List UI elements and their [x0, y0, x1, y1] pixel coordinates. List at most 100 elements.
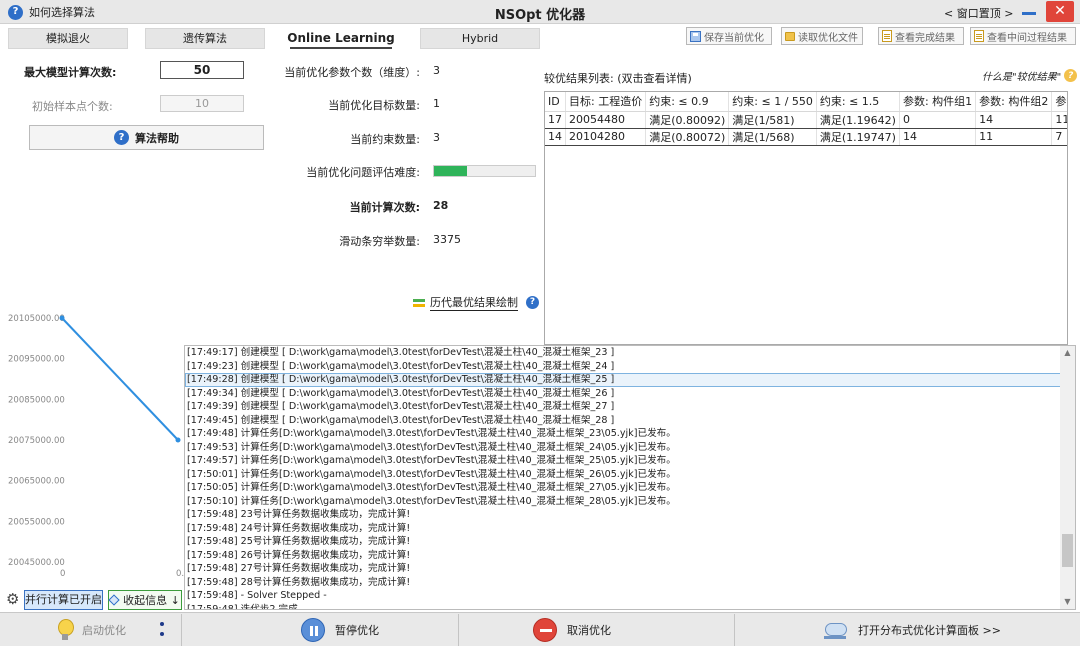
y-tick-label: 20055000.00 — [8, 517, 65, 527]
parallel-compute-button[interactable]: 并行计算已开启 — [24, 590, 103, 610]
log-line[interactable]: [17:59:48] 27号计算任务数据收集成功，完成计算! — [185, 562, 1061, 576]
info-label: 当前优化参数个数（维度）: — [284, 66, 420, 79]
gear-icon[interactable]: ⚙ — [6, 591, 19, 608]
log-scrollbar[interactable]: ▲ ▼ — [1060, 346, 1075, 609]
log-line[interactable]: [17:59:48] 24号计算任务数据收集成功，完成计算! — [185, 522, 1061, 536]
y-tick-label: 20095000.00 — [8, 355, 65, 365]
max-calc-input[interactable]: 50 — [160, 61, 244, 79]
collapse-info-button[interactable]: 收起信息 ↓ — [108, 590, 182, 610]
difficulty-bar-fill — [434, 166, 468, 176]
log-line[interactable]: [17:49:57] 计算任务[D:\work\gama\model\3.0te… — [185, 454, 1061, 468]
max-calc-label: 最大模型计算次数: — [24, 66, 117, 79]
y-tick-label: 20045000.00 — [8, 558, 65, 568]
log-line[interactable]: [17:49:17] 创建模型 [ D:\work\gama\model\3.0… — [185, 346, 1061, 360]
tab-online-learning[interactable]: Online Learning — [268, 28, 414, 49]
scroll-down-icon[interactable]: ▼ — [1060, 595, 1075, 609]
column-header[interactable]: ID — [545, 92, 566, 112]
table-cell: 11 — [1051, 110, 1067, 129]
close-button[interactable]: ✕ — [1046, 1, 1074, 22]
log-line[interactable]: [17:59:48] 迭代步2 完成 — [185, 603, 1061, 610]
question-icon: ? — [1064, 69, 1078, 82]
start-optimization-button[interactable]: 启动优化 — [0, 614, 182, 646]
pause-optimization-button[interactable]: 暂停优化 — [183, 614, 459, 646]
table-row[interactable]: 17 20054480 满足(0.80092) 满足(1/581) 满足(1.1… — [545, 110, 1067, 129]
stop-icon — [533, 618, 557, 642]
cancel-optimization-button[interactable]: 取消优化 — [459, 614, 735, 646]
read-optimization-file-button[interactable]: 读取优化文件 — [781, 27, 863, 45]
log-line[interactable]: [17:59:48] 25号计算任务数据收集成功，完成计算! — [185, 535, 1061, 549]
info-label: 滑动条穷举数量: — [339, 235, 420, 248]
log-panel[interactable]: [17:49:17] 创建模型 [ D:\work\gama\model\3.0… — [184, 345, 1076, 610]
column-header[interactable]: 目标: 工程造价 — [565, 92, 647, 112]
document-icon — [974, 30, 984, 42]
open-distributed-panel-button[interactable]: 打开分布式优化计算面板 >> — [736, 614, 1080, 646]
scroll-up-icon[interactable]: ▲ — [1060, 346, 1075, 360]
folder-icon — [785, 31, 795, 41]
table-cell: 7 — [1051, 128, 1067, 146]
table-cell: 满足(1.19642) — [816, 110, 900, 129]
view-completed-results-button[interactable]: 查看完成结果 — [878, 27, 964, 45]
info-label: 当前优化目标数量: — [328, 99, 420, 112]
view-completed-results-label: 查看完成结果 — [895, 32, 955, 44]
y-tick-label: 20105000.00 — [8, 314, 65, 324]
view-intermediate-results-button[interactable]: 查看中间过程结果 — [970, 27, 1076, 45]
help-choose-algorithm-link[interactable]: ? 如何选择算法 — [8, 3, 95, 21]
algorithm-help-button[interactable]: ? 算法帮助 — [29, 125, 264, 150]
log-line[interactable]: [17:49:23] 创建模型 [ D:\work\gama\model\3.0… — [185, 360, 1061, 374]
table-cell: 满足(1/568) — [728, 128, 817, 146]
question-icon: ? — [8, 4, 23, 20]
log-line[interactable]: [17:59:48] - Solver Stepped - — [185, 589, 1061, 603]
log-line[interactable]: [17:49:39] 创建模型 [ D:\work\gama\model\3.0… — [185, 400, 1061, 414]
series-line — [61, 317, 179, 441]
table-row[interactable]: 14 20104280 满足(0.80072) 满足(1/568) 满足(1.1… — [545, 128, 1067, 146]
table-cell: 满足(1.19747) — [816, 128, 900, 146]
info-value: 3 — [433, 64, 440, 77]
view-intermediate-results-label: 查看中间过程结果 — [987, 32, 1067, 44]
info-label: 当前计算次数: — [349, 201, 420, 214]
log-line[interactable]: [17:49:45] 创建模型 [ D:\work\gama\model\3.0… — [185, 414, 1061, 428]
log-line[interactable]: [17:49:48] 计算任务[D:\work\gama\model\3.0te… — [185, 427, 1061, 441]
info-current-calc: 当前计算次数: 28 — [250, 199, 540, 215]
scroll-thumb[interactable] — [1062, 534, 1073, 567]
cloud-icon — [822, 621, 848, 639]
column-header[interactable]: 参数: 构件组2 — [975, 92, 1053, 112]
log-line[interactable]: [17:59:48] 26号计算任务数据收集成功，完成计算! — [185, 549, 1061, 563]
info-dimension: 当前优化参数个数（维度）: 3 — [250, 64, 540, 80]
read-optimization-file-label: 读取优化文件 — [798, 32, 858, 44]
column-header[interactable]: 参数: 构件组1 — [899, 92, 977, 112]
info-objective-count: 当前优化目标数量: 1 — [250, 97, 540, 113]
log-line[interactable]: [17:59:48] 23号计算任务数据收集成功，完成计算! — [185, 508, 1061, 522]
table-header-row: ID 目标: 工程造价 约束: ≤ 0.9 约束: ≤ 1 / 550 约束: … — [545, 92, 1067, 112]
column-header[interactable]: 约束: ≤ 0.9 — [645, 92, 730, 112]
question-icon[interactable]: ? — [526, 296, 539, 309]
table-cell: 14 — [975, 110, 1053, 129]
tab-hybrid[interactable]: Hybrid — [420, 28, 540, 49]
tab-genetic-algorithm[interactable]: 遗传算法 — [145, 28, 265, 49]
log-line[interactable]: [17:49:28] 创建模型 [ D:\work\gama\model\3.0… — [185, 373, 1061, 387]
pin-window-button[interactable]: < 窗口置顶 > — [944, 5, 1013, 21]
tab-simulated-annealing[interactable]: 模拟退火 — [8, 28, 128, 49]
info-value: 1 — [433, 97, 440, 110]
table-cell: 0 — [899, 110, 977, 129]
history-best-plot-link[interactable]: 历代最优结果绘制 ? — [412, 294, 539, 311]
log-line[interactable]: [17:49:34] 创建模型 [ D:\work\gama\model\3.0… — [185, 387, 1061, 401]
log-line[interactable]: [17:50:10] 计算任务[D:\work\gama\model\3.0te… — [185, 495, 1061, 509]
save-optimization-button[interactable]: 保存当前优化 — [686, 27, 772, 45]
table-cell: 17 — [545, 110, 566, 129]
info-slider-enum: 滑动条穷举数量: 3375 — [250, 233, 540, 249]
log-line[interactable]: [17:50:05] 计算任务[D:\work\gama\model\3.0te… — [185, 481, 1061, 495]
column-header[interactable]: 约束: ≤ 1 / 550 — [728, 92, 817, 112]
log-line[interactable]: [17:59:48] 28号计算任务数据收集成功，完成计算! — [185, 576, 1061, 590]
table-cell: 14 — [899, 128, 977, 146]
log-line[interactable]: [17:50:01] 计算任务[D:\work\gama\model\3.0te… — [185, 468, 1061, 482]
minimize-button[interactable] — [1018, 2, 1040, 22]
cancel-optimization-label: 取消优化 — [567, 624, 611, 637]
y-tick-label: 20075000.00 — [8, 436, 65, 446]
column-header[interactable]: 参数: 构件 — [1051, 92, 1067, 112]
log-lines: [17:49:17] 创建模型 [ D:\work\gama\model\3.0… — [185, 346, 1061, 610]
column-header[interactable]: 约束: ≤ 1.5 — [816, 92, 900, 112]
log-line[interactable]: [17:49:53] 计算任务[D:\work\gama\model\3.0te… — [185, 441, 1061, 455]
what-is-better-result-link[interactable]: 什么是"较优结果" ? — [982, 68, 1078, 83]
table-cell: 20054480 — [565, 110, 647, 129]
save-icon — [690, 30, 701, 42]
